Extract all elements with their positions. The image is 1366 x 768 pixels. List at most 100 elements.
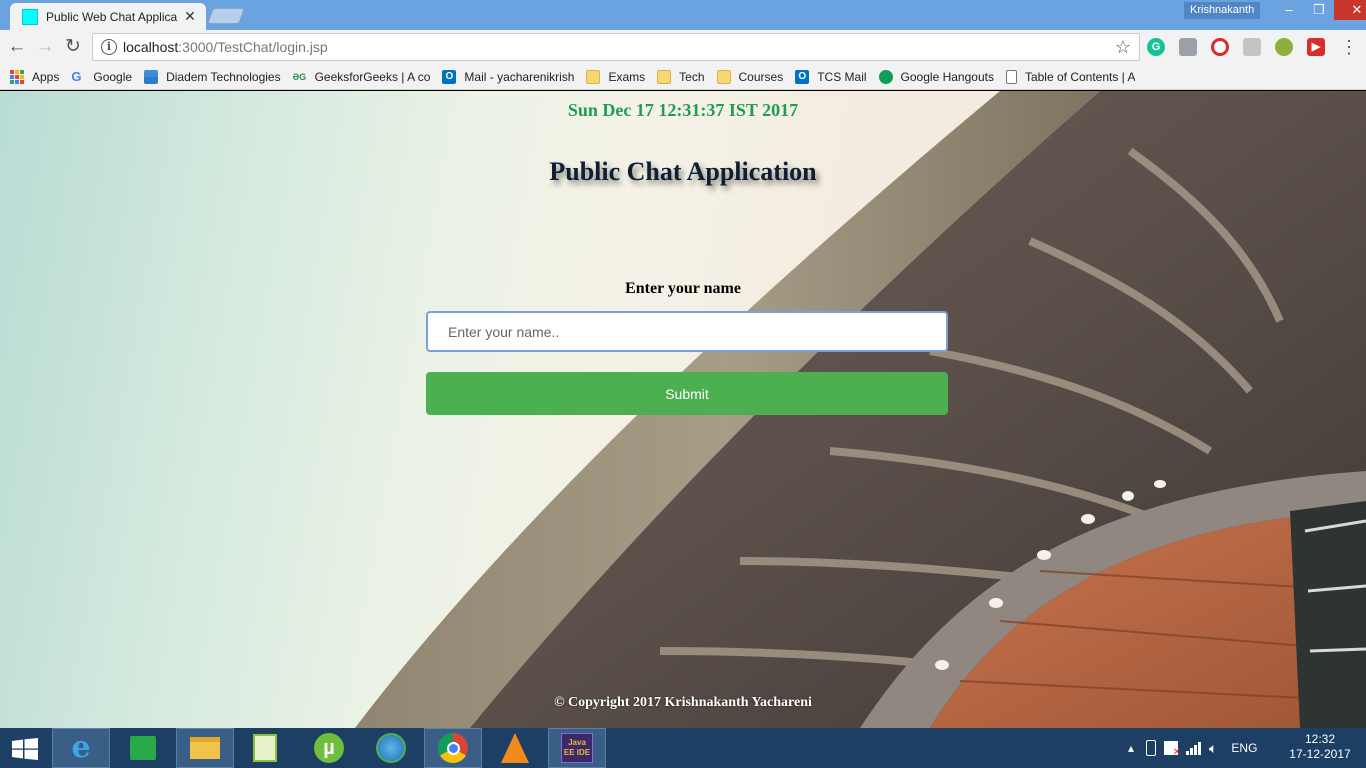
bookmark-table-of-contents[interactable]: Table of Contents | A [1005,66,1136,88]
clock-date: 17-12-2017 [1289,747,1351,761]
new-tab-button[interactable] [207,8,245,24]
bookmark-star-icon[interactable]: ☆ [1115,37,1131,58]
screen: Public Web Chat Applica ✕ Krishnakanth –… [0,0,1366,768]
gfg-icon: ƏG [292,71,307,82]
page-icon [1005,69,1017,84]
idm-globe-icon [376,733,406,763]
battery-icon[interactable] [1146,740,1156,756]
bookmark-apps[interactable]: Apps [10,66,59,88]
submit-button[interactable]: Submit [426,372,948,415]
volume-icon[interactable]: 🔈︎ [1209,740,1217,757]
taskbar-clock[interactable]: 12:32 17-12-2017 [1284,732,1356,762]
utorrent-icon: µ [314,733,344,763]
browser-titlebar: Public Web Chat Applica ✕ Krishnakanth –… [0,0,1366,30]
bookmark-courses[interactable]: Courses [716,66,784,88]
address-bar[interactable]: i localhost:3000/TestChat/login.jsp ☆ [92,33,1140,61]
outlook-icon: O [442,69,457,84]
name-label: Enter your name [625,280,741,297]
windows-taskbar: e µ Java EE IDE ▴ ✕ 🔈︎ ENG 12:32 17-12-2… [0,728,1366,768]
page-content: Sun Dec 17 12:31:37 IST 2017 Public Chat… [0,91,1366,728]
name-input[interactable] [426,311,948,352]
browser-toolbar: ← → ↻ i localhost:3000/TestChat/login.js… [0,30,1366,64]
opera-extension-icon[interactable] [1211,38,1229,56]
bookmark-google[interactable]: G Google [71,66,132,88]
java-ee-ide-icon: Java EE IDE [561,733,593,763]
browser-tab[interactable]: Public Web Chat Applica ✕ [10,3,206,30]
bookmark-tech[interactable]: Tech [657,66,705,88]
clock-time: 12:32 [1304,732,1336,746]
taskbar-utorrent[interactable]: µ [300,728,358,768]
bookmark-label: Google Hangouts [900,69,994,84]
back-arrow-icon[interactable]: ← [6,36,28,58]
bookmarks-bar: Apps G Google Diadem Technologies ƏG Gee… [0,64,1366,90]
extension-red-icon[interactable]: ▶ [1307,38,1325,56]
chrome-menu-icon[interactable]: ⋮ [1340,36,1358,58]
bookmark-label: Tech [679,69,705,84]
window-controls: – ❐ ✕ [1274,0,1366,20]
action-center-icon[interactable]: ✕ [1164,741,1181,758]
hangouts-icon [878,69,893,84]
chrome-icon [438,733,468,763]
extension-green-icon[interactable] [1275,38,1293,56]
vlc-cone-icon [501,733,529,763]
internet-explorer-icon: e [71,730,91,765]
taskbar-internet-explorer[interactable]: e [52,728,110,768]
folder-icon [586,69,601,84]
folder-icon [657,69,672,84]
tab-favicon-icon [22,8,38,25]
bookmark-mail[interactable]: O Mail - yacharenikrish [442,66,574,88]
grammarly-extension-icon[interactable]: G [1147,38,1165,56]
bookmark-label: Apps [32,69,60,84]
windows-start-icon[interactable] [12,738,38,760]
bookmark-hangouts[interactable]: Google Hangouts [878,66,994,88]
tab-close-icon[interactable]: ✕ [182,8,198,25]
url-path: :3000/TestChat/login.jsp [178,39,328,55]
close-window-button[interactable]: ✕ [1334,0,1366,20]
url-text[interactable]: localhost:3000/TestChat/login.jsp [123,39,328,55]
notepad-plus-plus-icon [253,734,277,762]
taskbar-notepad-plus-plus[interactable] [236,728,294,768]
bookmark-geeksforgeeks[interactable]: ƏG GeeksforGeeks | A co [293,66,431,88]
taskbar-vlc[interactable] [486,728,544,768]
url-host: localhost [123,39,179,55]
system-tray: ▴ ✕ 🔈︎ ENG [1124,728,1257,768]
bookmark-label: Mail - yacharenikrish [464,69,575,84]
bookmark-label: GeeksforGeeks | A co [314,69,431,84]
bookmark-label: Google [93,69,133,84]
show-hidden-icons-icon[interactable]: ▴ [1124,741,1138,755]
forward-arrow-icon[interactable]: → [34,36,56,58]
bookmark-label: Exams [608,69,646,84]
bookmark-label: Courses [738,69,784,84]
store-icon [130,736,156,760]
bookmark-exams[interactable]: Exams [586,66,645,88]
outlook-icon: O [795,69,810,84]
restore-button[interactable]: ❐ [1304,0,1334,20]
diadem-icon [144,69,159,84]
taskbar-store[interactable] [114,728,172,768]
bookmark-label: TCS Mail [817,69,867,84]
google-icon: G [71,68,82,84]
minimize-button[interactable]: – [1274,0,1304,20]
page-title: Public Chat Application [549,157,817,186]
language-indicator[interactable]: ENG [1231,741,1257,755]
taskbar-internet-download-manager[interactable] [362,728,420,768]
apps-icon [10,69,24,84]
current-datetime: Sun Dec 17 12:31:37 IST 2017 [567,100,799,120]
taskbar-java-ee-ide[interactable]: Java EE IDE [548,728,606,768]
info-icon[interactable]: i [101,39,117,55]
taskbar-chrome[interactable] [424,728,482,768]
profile-button[interactable]: Krishnakanth [1184,2,1261,19]
bookmark-label: Table of Contents | A [1024,69,1136,84]
copyright-footer: © Copyright 2017 Krishnakanth Yachareni [554,695,812,710]
reload-icon[interactable]: ↻ [62,36,84,58]
file-explorer-icon [190,737,220,759]
bookmark-label: Diadem Technologies [166,69,281,84]
bookmark-tcs-mail[interactable]: O TCS Mail [795,66,867,88]
folder-icon [716,69,731,84]
taskbar-file-explorer[interactable] [176,728,234,768]
extension-square-icon[interactable] [1243,38,1261,56]
extension-cube-icon[interactable] [1179,38,1197,56]
network-signal-icon[interactable] [1186,741,1201,755]
tab-title: Public Web Chat Applica [46,9,178,24]
bookmark-diadem[interactable]: Diadem Technologies [144,66,281,88]
